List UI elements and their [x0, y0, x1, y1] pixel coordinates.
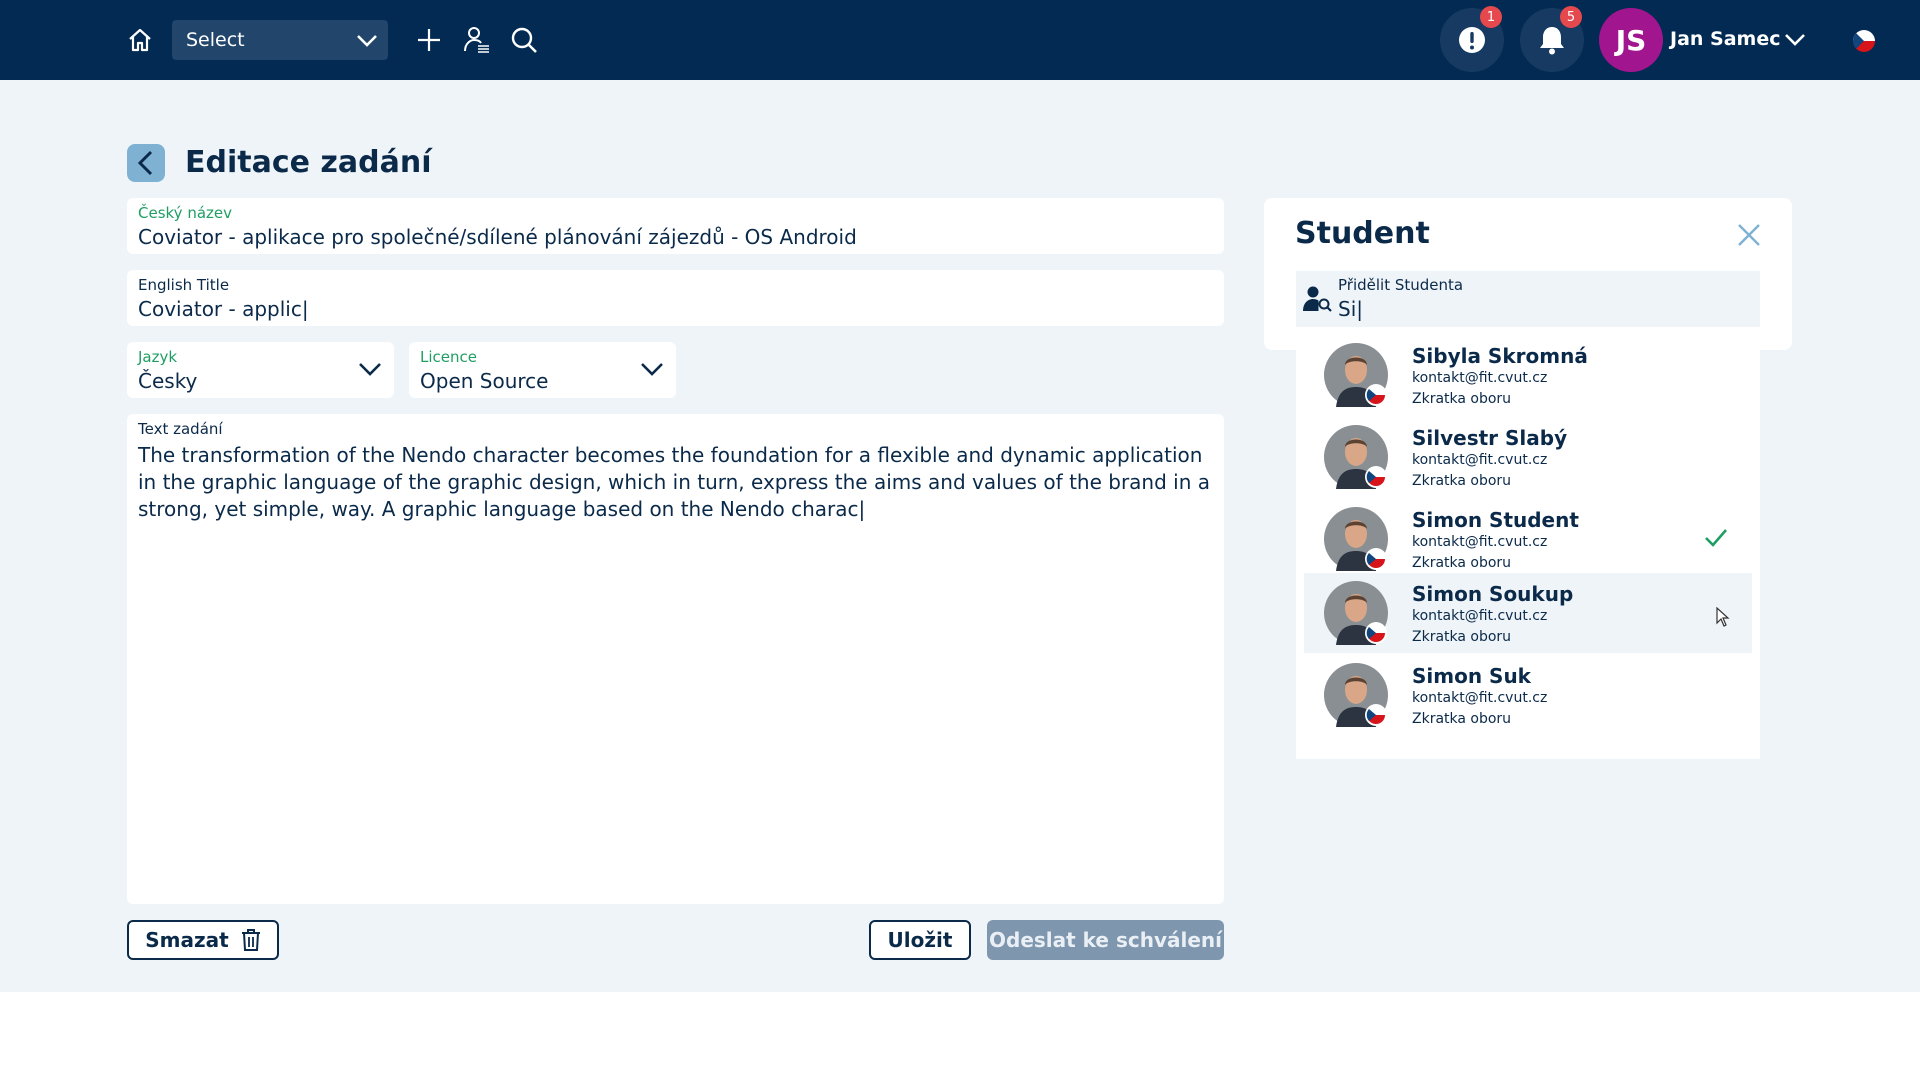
submit-label: Odeslat ke schválení	[989, 928, 1222, 952]
mouse-cursor-icon	[1716, 606, 1730, 631]
assignment-text-value: The transformation of the Nendo characte…	[138, 443, 1210, 521]
home-icon[interactable]	[124, 24, 156, 56]
user-list-icon[interactable]	[462, 24, 492, 56]
student-field-abbr: Zkratka oboru	[1412, 555, 1512, 571]
student-email: kontakt@fit.cvut.cz	[1412, 534, 1548, 550]
chevron-down-icon	[356, 30, 378, 55]
student-avatar	[1324, 507, 1388, 571]
student-avatar	[1324, 663, 1388, 727]
student-name: Simon Suk	[1412, 664, 1531, 688]
student-email: kontakt@fit.cvut.cz	[1412, 452, 1548, 468]
czech-flag-icon[interactable]	[1852, 29, 1876, 53]
student-option-selected[interactable]: Simon Student kontakt@fit.cvut.cz Zkratk…	[1304, 499, 1752, 579]
chevron-down-icon	[640, 358, 664, 384]
bell-icon	[1540, 27, 1564, 55]
license-select[interactable]: Licence Open Source	[409, 342, 676, 398]
assign-student-label: Přidělit Studenta	[1338, 276, 1464, 294]
assign-student-search[interactable]: Přidělit Studenta Si|	[1296, 271, 1760, 327]
student-email: kontakt@fit.cvut.cz	[1412, 690, 1548, 706]
context-select[interactable]: Select	[172, 20, 388, 60]
top-bar: Select 1 5 JS Jan Samec	[0, 0, 1920, 80]
czech-title-value: Coviator - aplikace pro společné/sdílené…	[138, 225, 857, 249]
search-icon[interactable]	[508, 24, 540, 56]
student-option[interactable]: Simon Suk kontakt@fit.cvut.cz Zkratka ob…	[1304, 655, 1752, 735]
language-value: Česky	[138, 369, 198, 393]
student-field-abbr: Zkratka oboru	[1412, 391, 1512, 407]
student-options-list: Sibyla Skromná kontakt@fit.cvut.cz Zkrat…	[1296, 327, 1760, 759]
student-avatar	[1324, 343, 1388, 407]
student-name: Simon Student	[1412, 508, 1579, 532]
back-button[interactable]	[127, 144, 165, 182]
czech-title-label: Český název	[138, 204, 232, 222]
student-panel-title: Student	[1295, 216, 1430, 251]
close-icon[interactable]	[1736, 222, 1762, 248]
language-select[interactable]: Jazyk Česky	[127, 342, 394, 398]
checkmark-icon	[1705, 529, 1727, 547]
student-option[interactable]: Sibyla Skromná kontakt@fit.cvut.cz Zkrat…	[1304, 335, 1752, 415]
save-button[interactable]: Uložit	[869, 920, 971, 960]
english-title-value: Coviator - applic|	[138, 297, 309, 321]
student-option[interactable]: Simon Soukup kontakt@fit.cvut.cz Zkratka…	[1304, 573, 1752, 653]
user-name: Jan Samec	[1670, 28, 1781, 50]
student-option[interactable]: Silvestr Slabý kontakt@fit.cvut.cz Zkrat…	[1304, 417, 1752, 497]
user-avatar[interactable]: JS	[1599, 8, 1663, 72]
student-name: Simon Soukup	[1412, 582, 1574, 606]
assign-student-value: Si|	[1338, 297, 1363, 321]
alerts-button[interactable]: 1	[1440, 6, 1504, 72]
language-label: Jazyk	[138, 348, 178, 366]
license-label: Licence	[420, 348, 477, 366]
english-title-label: English Title	[138, 276, 230, 294]
notifications-button[interactable]: 5	[1520, 6, 1584, 72]
english-title-field[interactable]: English Title Coviator - applic|	[127, 270, 1224, 326]
student-avatar	[1324, 425, 1388, 489]
page-title: Editace zadání	[185, 145, 432, 180]
chevron-down-icon	[358, 358, 382, 384]
submit-for-approval-button: Odeslat ke schválení	[987, 920, 1224, 960]
chevron-down-icon	[1784, 29, 1806, 49]
context-select-value: Select	[186, 29, 245, 51]
student-field-abbr: Zkratka oboru	[1412, 711, 1512, 727]
assignment-text-field[interactable]: Text zadání The transformation of the Ne…	[127, 414, 1224, 904]
assignment-text-label: Text zadání	[138, 420, 223, 438]
student-avatar	[1324, 581, 1388, 645]
alerts-count-badge: 1	[1480, 6, 1502, 28]
student-name: Silvestr Slabý	[1412, 426, 1568, 450]
user-search-icon	[1302, 285, 1332, 317]
student-field-abbr: Zkratka oboru	[1412, 473, 1512, 489]
delete-label: Smazat	[145, 928, 229, 952]
student-field-abbr: Zkratka oboru	[1412, 629, 1512, 645]
license-value: Open Source	[420, 369, 549, 393]
student-email: kontakt@fit.cvut.cz	[1412, 608, 1548, 624]
trash-icon	[241, 929, 260, 951]
student-email: kontakt@fit.cvut.cz	[1412, 370, 1548, 386]
plus-icon[interactable]	[414, 24, 444, 56]
notifications-count-badge: 5	[1560, 6, 1582, 28]
save-label: Uložit	[887, 928, 953, 952]
student-name: Sibyla Skromná	[1412, 344, 1588, 368]
alert-icon	[1459, 27, 1485, 53]
delete-button[interactable]: Smazat	[127, 920, 279, 960]
chevron-left-icon	[137, 150, 153, 176]
user-menu[interactable]: Jan Samec	[1670, 28, 1806, 50]
czech-title-field[interactable]: Český název Coviator - aplikace pro spol…	[127, 198, 1224, 254]
